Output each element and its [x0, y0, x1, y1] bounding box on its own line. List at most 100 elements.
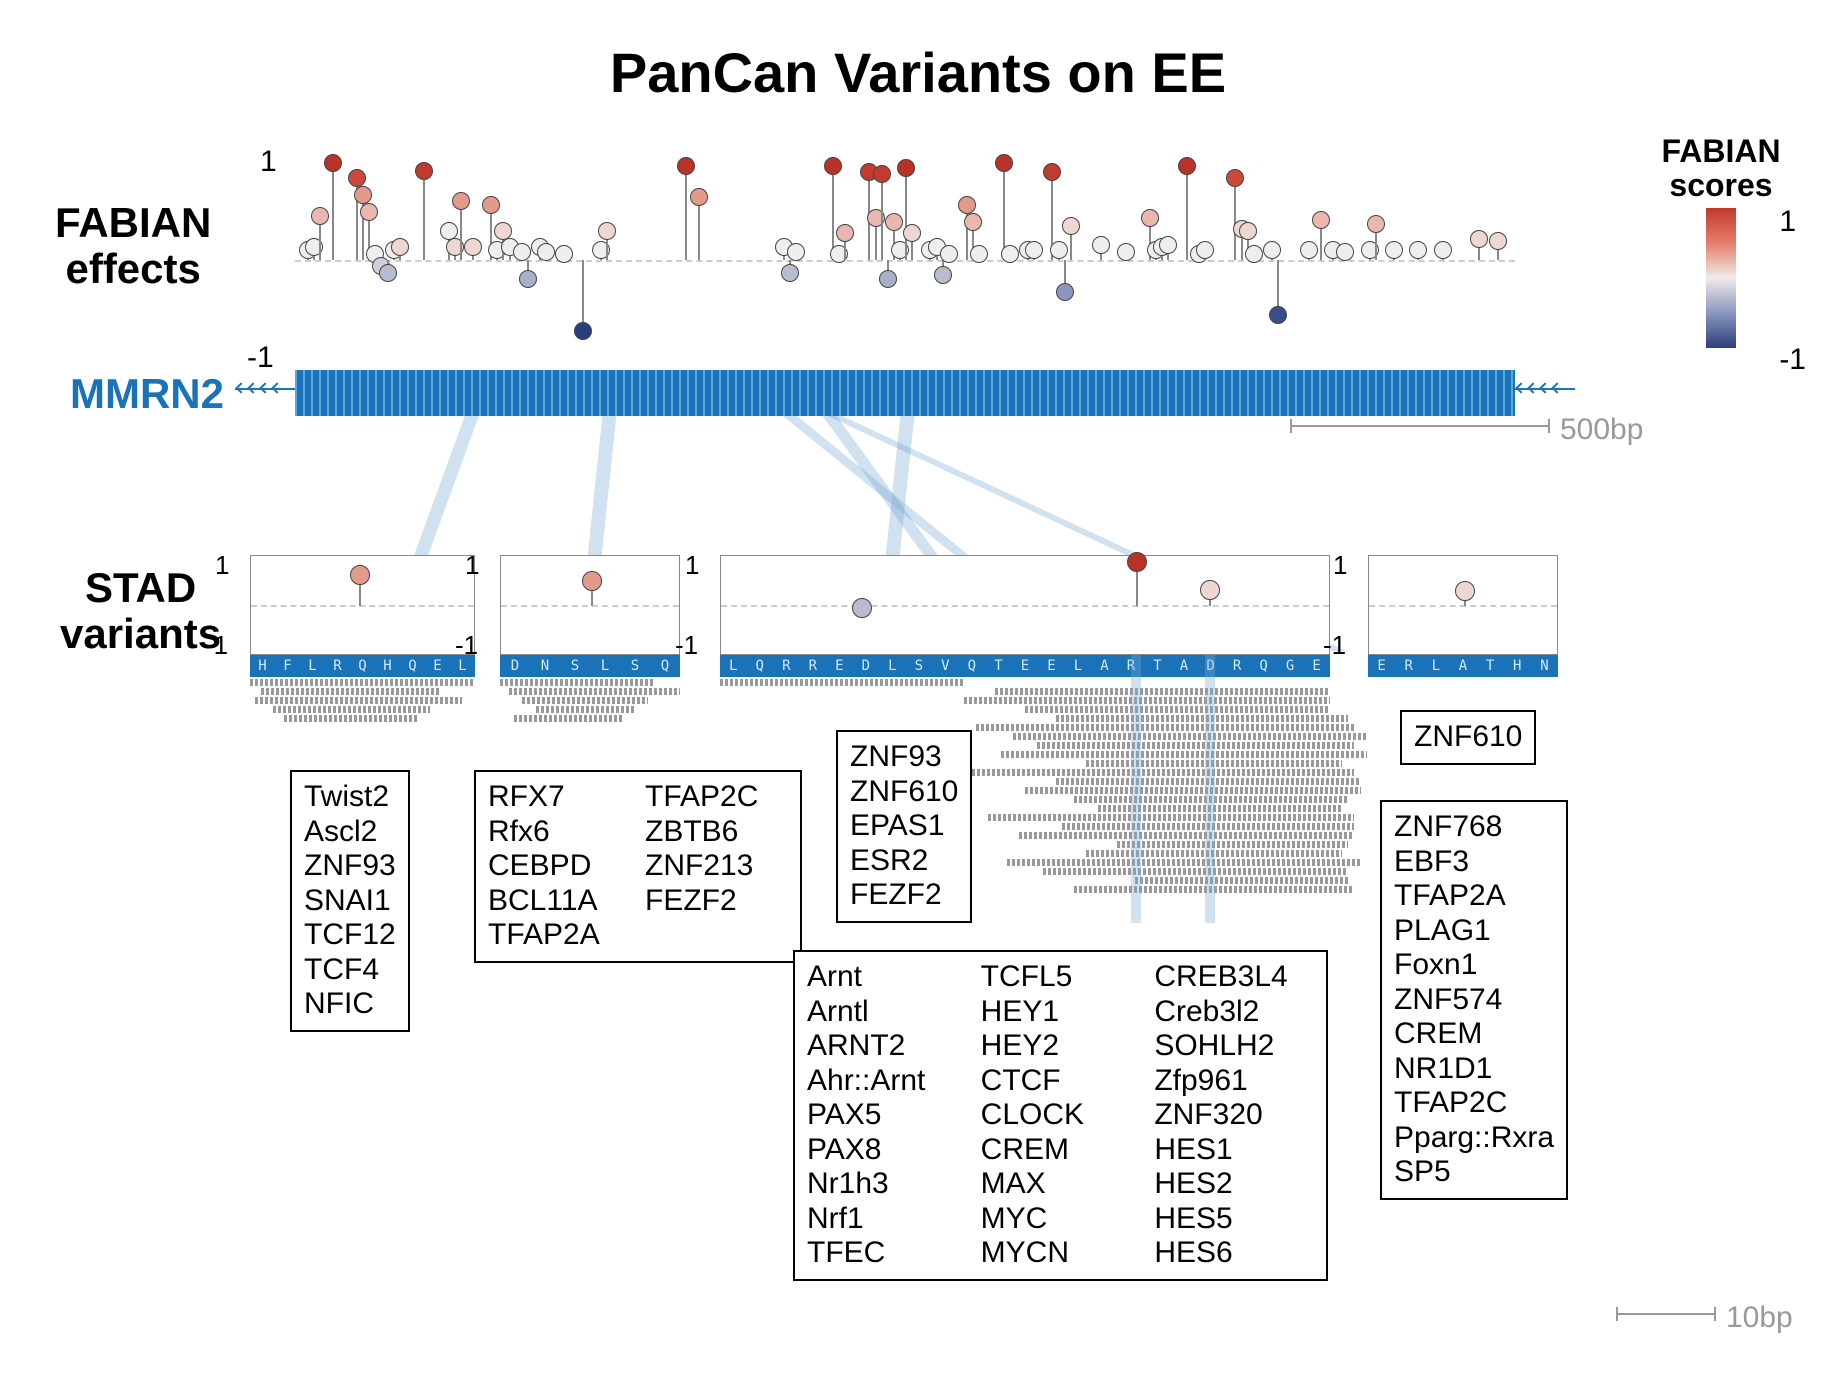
seq-residue: L — [879, 655, 906, 677]
lollipop-ball — [440, 222, 458, 240]
lollipop-ball — [379, 264, 397, 282]
page-title: PanCan Variants on EE — [0, 40, 1836, 105]
seq-residue: Q — [400, 655, 425, 677]
lollipop-ball — [555, 245, 573, 263]
lollipop — [1186, 166, 1188, 261]
lollipop — [387, 260, 389, 273]
legend-min: -1 — [1779, 343, 1806, 377]
lollipop-ball — [452, 192, 470, 210]
seq-residue: E — [1368, 655, 1395, 677]
read-bar — [964, 697, 1330, 704]
lollipop — [887, 260, 889, 279]
lollipop-ball — [781, 264, 799, 282]
variant-highlight — [1131, 655, 1141, 923]
lollipop-ball — [1117, 243, 1135, 261]
lollipop-ball — [582, 571, 602, 591]
lollipop — [789, 260, 791, 273]
lollipop — [905, 168, 907, 260]
lollipop-ball — [824, 157, 842, 175]
lollipop — [1393, 250, 1395, 261]
tf-name: MYCN — [981, 1236, 1141, 1271]
read-bar — [1056, 715, 1349, 722]
seq-residue: H — [1504, 655, 1531, 677]
lollipop-ball — [1245, 245, 1263, 263]
tf-name: PAX5 — [807, 1098, 967, 1133]
read-bar — [1135, 877, 1349, 884]
seq-residue: Q — [747, 655, 774, 677]
lollipop-ball — [934, 266, 952, 284]
lollipop — [1277, 260, 1279, 315]
seq-residue: E — [425, 655, 450, 677]
read-bar — [284, 715, 419, 722]
seq-residue: G — [1277, 655, 1304, 677]
tf-name: Foxn1 — [1394, 948, 1554, 983]
tf-name: ZNF768 — [1394, 810, 1554, 845]
lollipop — [795, 252, 797, 260]
read-bar — [976, 724, 1354, 731]
stad-panel-1: 1 -1 HFLRQHQEL — [250, 555, 475, 729]
read-bar — [261, 688, 441, 695]
lollipop — [899, 250, 901, 261]
read-bar — [514, 715, 622, 722]
lollipop-ball — [348, 169, 366, 187]
tf-list-box: ZNF610 — [1400, 710, 1536, 765]
read-bar — [500, 679, 653, 686]
seq-residue: D — [853, 655, 880, 677]
lollipop-ball — [1455, 581, 1475, 601]
seq-residue: R — [1395, 655, 1422, 677]
seq-residue: A — [1449, 655, 1476, 677]
lollipop — [1375, 224, 1377, 260]
tf-name: Arntl — [807, 995, 967, 1030]
lollipop — [1209, 590, 1211, 606]
arrow-tail-left — [235, 388, 295, 390]
lollipop-ball — [598, 222, 616, 240]
lollipop — [911, 233, 913, 260]
seq-residue: N — [530, 655, 560, 677]
lollipop — [600, 250, 602, 261]
arrow-tail-right — [1515, 388, 1575, 390]
lollipop-ball — [1200, 580, 1220, 600]
lollipop — [1442, 250, 1444, 261]
lollipop-ball — [897, 159, 915, 177]
lollipop — [936, 247, 938, 260]
lollipop-ball — [1226, 169, 1244, 187]
lollipop-ball — [1312, 211, 1330, 229]
lollipop — [472, 247, 474, 260]
lollipop — [359, 575, 361, 606]
lollipop-ball — [1056, 283, 1074, 301]
read-bar — [536, 706, 635, 713]
y-tick: 1 — [465, 550, 479, 581]
tf-list-box: Twist2Ascl2ZNF93SNAI1TCF12TCF4NFIC — [290, 770, 410, 1032]
lollipop-ball — [885, 213, 903, 231]
tf-name: CEBPD — [488, 849, 631, 884]
fabian-score-legend: FABIAN scores 1 -1 — [1636, 135, 1806, 348]
lollipop-ball — [1159, 236, 1177, 254]
tf-name: PLAG1 — [1394, 914, 1554, 949]
lollipop-ball — [1141, 209, 1159, 227]
seq-residue: H — [375, 655, 400, 677]
lollipop-ball — [677, 157, 695, 175]
read-bar — [1025, 706, 1330, 713]
seq-residue: R — [325, 655, 350, 677]
detail-plot — [1368, 555, 1558, 655]
lollipop — [1070, 226, 1072, 260]
tf-name: HES1 — [1154, 1133, 1314, 1168]
gene-track — [255, 370, 1555, 416]
read-bar — [1007, 859, 1361, 866]
gene-name-label: MMRN2 — [70, 370, 224, 418]
lollipop-ball — [903, 224, 921, 242]
lollipop — [978, 254, 980, 260]
lollipop — [423, 171, 425, 260]
read-bar — [1001, 751, 1367, 758]
seq-residue: R — [773, 655, 800, 677]
tf-name: PAX8 — [807, 1133, 967, 1168]
lollipop — [1009, 254, 1011, 260]
lollipop — [1320, 220, 1322, 260]
read-bar — [273, 706, 431, 713]
lollipop-ball — [350, 565, 370, 585]
tf-name: MAX — [981, 1167, 1141, 1202]
lollipop-ball — [1470, 230, 1488, 248]
seq-residue: T — [985, 655, 1012, 677]
lollipop-ball — [879, 270, 897, 288]
lollipop-ball — [1025, 241, 1043, 259]
